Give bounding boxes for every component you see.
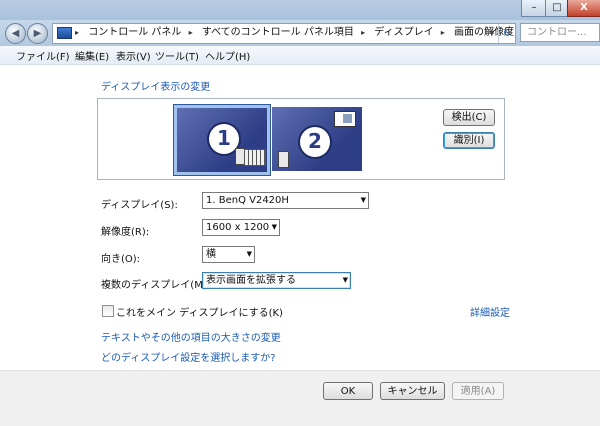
menu-file[interactable]: ファイル(F) <box>16 48 70 63</box>
refresh-icon[interactable]: ↻ <box>498 24 515 43</box>
orientation-select-value: 横 <box>206 249 216 260</box>
monitor-preview-panel: 1 2 検出(C) 識別(I) <box>97 98 505 180</box>
forward-arrow-icon: ▶ <box>33 28 42 39</box>
apply-button[interactable]: 適用(A) <box>452 382 504 400</box>
breadcrumb-display[interactable]: ディスプレイ <box>374 27 433 38</box>
close-button[interactable]: X <box>567 0 600 17</box>
breadcrumb-separator-icon: ▸ <box>361 28 366 37</box>
display-label: ディスプレイ(S): <box>101 200 178 211</box>
back-button[interactable]: ◀ <box>5 23 26 44</box>
breadcrumb-control-panel[interactable]: コントロール パネル <box>88 27 181 38</box>
address-bar[interactable]: ▸ コントロール パネル ▸ すべてのコントロール パネル項目 ▸ ディスプレイ… <box>52 23 516 44</box>
advanced-settings-link[interactable]: 詳細設定 <box>470 304 510 319</box>
address-dropdown-icon[interactable]: ▼ <box>485 24 499 43</box>
monitor-2-number: 2 <box>300 127 330 157</box>
menu-view[interactable]: 表示(V) <box>116 48 151 63</box>
chevron-down-icon: ▼ <box>271 223 277 231</box>
dialog-footer: OK キャンセル 適用(A) <box>0 370 600 426</box>
window-icon <box>334 111 356 127</box>
control-panel-window: – □ X ◀ ▶ ▸ コントロール パネル ▸ すべてのコントロール パネル項… <box>0 0 600 426</box>
title-bar: – □ X <box>0 0 600 22</box>
chevron-down-icon: ▼ <box>246 250 252 258</box>
resolution-label: 解像度(R): <box>101 227 150 238</box>
multiple-displays-select[interactable]: 表示画面を拡張する ▼ <box>202 272 351 289</box>
breadcrumb-separator-icon: ▸ <box>75 28 80 37</box>
orientation-select[interactable]: 横 ▼ <box>202 246 255 263</box>
orientation-label: 向き(O): <box>101 254 141 265</box>
chevron-down-icon: ▼ <box>360 196 366 204</box>
monitor-1[interactable]: 1 <box>173 104 271 176</box>
identify-button[interactable]: 識別(I) <box>443 132 495 149</box>
display-select-value: 1. BenQ V2420H <box>206 195 289 206</box>
multiple-displays-select-value: 表示画面を拡張する <box>206 275 296 286</box>
breadcrumb-all-items[interactable]: すべてのコントロール パネル項目 <box>202 27 354 38</box>
chevron-down-icon: ▼ <box>342 276 348 284</box>
minimize-button[interactable]: – <box>521 0 547 17</box>
resolution-select[interactable]: 1600 x 1200 ▼ <box>202 219 280 236</box>
monitor-2[interactable]: 2 <box>272 107 362 171</box>
text-size-link[interactable]: テキストやその他の項目の大きさの変更 <box>101 329 281 344</box>
computer-tower-icon <box>278 151 289 168</box>
main-display-checkbox-label[interactable]: これをメイン ディスプレイにする(K) <box>116 304 283 319</box>
detect-button[interactable]: 検出(C) <box>443 109 495 126</box>
menu-edit[interactable]: 編集(E) <box>75 48 109 63</box>
display-settings-help-link[interactable]: どのディスプレイ設定を選択しますか? <box>101 349 276 364</box>
search-input[interactable]: コントロー... <box>520 23 600 42</box>
breadcrumb: ▸ コントロール パネル ▸ すべてのコントロール パネル項目 ▸ ディスプレイ… <box>75 24 515 43</box>
breadcrumb-separator-icon: ▸ <box>440 28 445 37</box>
multiple-displays-label: 複数のディスプレイ(M): <box>101 280 211 291</box>
page-heading: ディスプレイ表示の変更 <box>101 82 211 93</box>
breadcrumb-separator-icon: ▸ <box>188 28 193 37</box>
cancel-button[interactable]: キャンセル <box>380 382 445 400</box>
menu-bar: ファイル(F) 編集(E) 表示(V) ツール(T) ヘルプ(H) <box>0 46 600 65</box>
menu-tools[interactable]: ツール(T) <box>155 48 199 63</box>
resolution-select-value: 1600 x 1200 <box>206 222 270 233</box>
control-panel-icon <box>57 27 72 39</box>
back-arrow-icon: ◀ <box>11 28 20 39</box>
forward-button[interactable]: ▶ <box>27 23 48 44</box>
navigation-bar: ◀ ▶ ▸ コントロール パネル ▸ すべてのコントロール パネル項目 ▸ ディ… <box>0 20 600 46</box>
ok-button[interactable]: OK <box>323 382 373 400</box>
menu-help[interactable]: ヘルプ(H) <box>205 48 250 63</box>
main-display-checkbox[interactable] <box>102 305 114 317</box>
keyboard-icon <box>244 149 266 166</box>
display-select[interactable]: 1. BenQ V2420H ▼ <box>202 192 369 209</box>
maximize-button[interactable]: □ <box>545 0 569 17</box>
